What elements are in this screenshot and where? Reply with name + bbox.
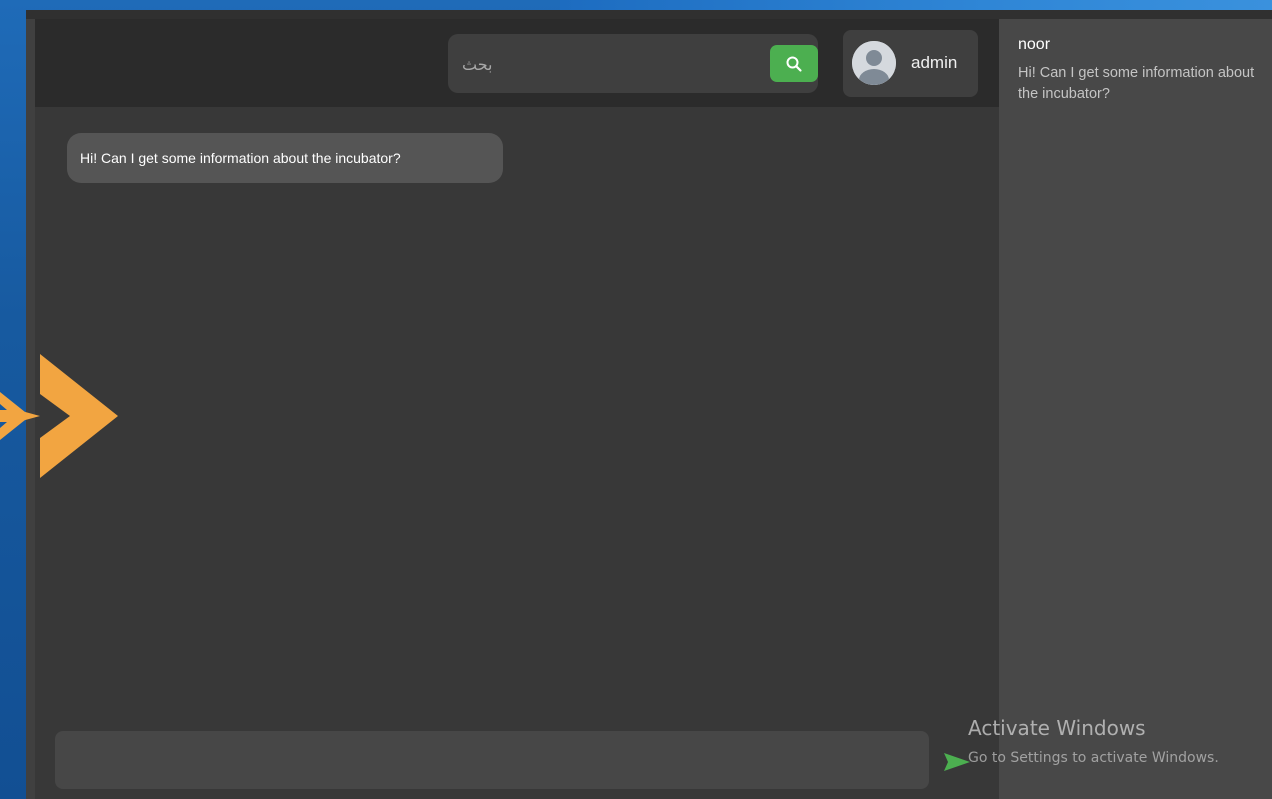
search-icon xyxy=(786,56,802,72)
message-input[interactable] xyxy=(55,731,929,789)
user-menu[interactable]: admin xyxy=(843,30,978,97)
activation-watermark-title: Activate Windows xyxy=(968,716,1146,740)
double-chevron-right-icon xyxy=(0,354,118,478)
send-icon xyxy=(944,753,970,771)
conversation-list: noor Hi! Can I get some information abou… xyxy=(999,19,1272,799)
chat-pane: admin Hi! Can I get some information abo… xyxy=(35,19,999,799)
chat-header: admin xyxy=(35,19,999,107)
user-avatar-icon xyxy=(852,41,896,85)
search-box xyxy=(448,34,818,93)
activation-watermark-subtitle: Go to Settings to activate Windows. xyxy=(968,750,1219,766)
user-name: admin xyxy=(911,53,958,72)
search-button[interactable] xyxy=(770,45,818,82)
conversation-name: noor xyxy=(1018,36,1051,53)
search-input[interactable] xyxy=(462,48,752,80)
send-button[interactable] xyxy=(943,752,971,772)
conversation-item[interactable]: noor Hi! Can I get some information abou… xyxy=(999,19,1272,119)
conversation-preview: Hi! Can I get some information about the… xyxy=(1018,65,1255,102)
incoming-message: Hi! Can I get some information about the… xyxy=(67,133,503,183)
chat-app-window: admin Hi! Can I get some information abo… xyxy=(26,10,1272,799)
window-top-strip xyxy=(26,10,1272,19)
